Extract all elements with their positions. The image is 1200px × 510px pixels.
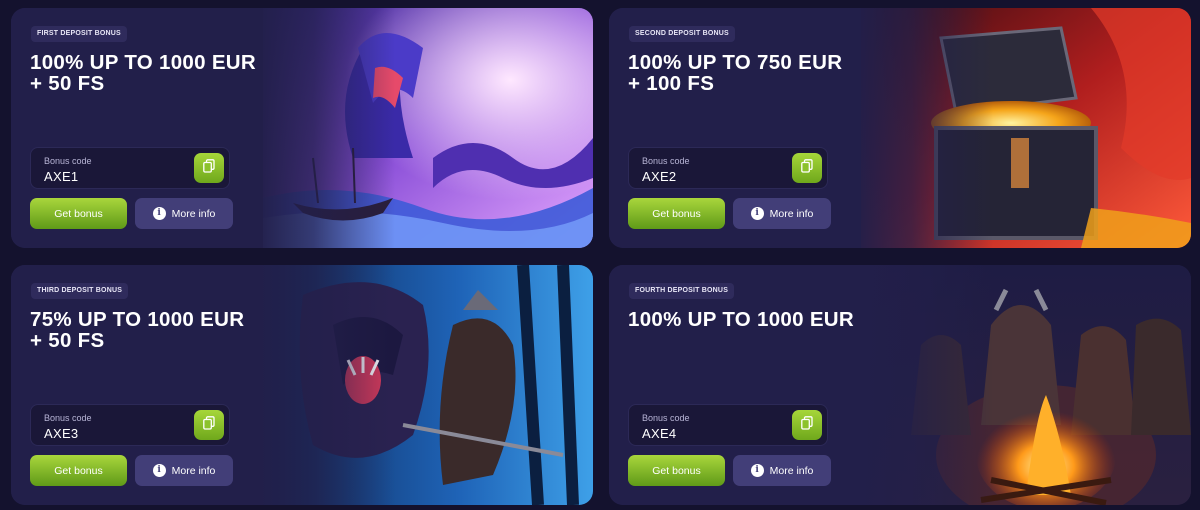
bonus-code-value: AXE4 bbox=[642, 426, 677, 441]
info-icon: i bbox=[750, 207, 764, 220]
bonus-badge: THIRD DEPOSIT BONUS bbox=[31, 283, 129, 299]
copy-code-button[interactable] bbox=[792, 153, 822, 183]
copy-code-button[interactable] bbox=[792, 410, 822, 440]
bonus-badge: FIRST DEPOSIT BONUS bbox=[31, 26, 127, 42]
bonus-title-line2: + 50 FS bbox=[30, 329, 105, 352]
bonus-card-first: FIRST DEPOSIT BONUS 100% UP TO 1000 EUR … bbox=[11, 8, 593, 248]
bonus-code-label: Bonus code bbox=[642, 156, 690, 166]
bonus-card-second: SECOND DEPOSIT BONUS 100% UP TO 750 EUR … bbox=[609, 8, 1191, 248]
bonus-code-label: Bonus code bbox=[44, 413, 92, 423]
bonus-title-line2: + 100 FS bbox=[628, 72, 715, 95]
get-bonus-button[interactable]: Get bonus bbox=[30, 198, 127, 229]
get-bonus-button[interactable]: Get bonus bbox=[30, 455, 127, 486]
copy-icon bbox=[801, 158, 813, 178]
bonus-title: 100% UP TO 1000 EUR bbox=[628, 309, 918, 330]
bonus-title: 100% UP TO 1000 EUR + 50 FS bbox=[30, 52, 320, 94]
more-info-button[interactable]: i More info bbox=[733, 455, 831, 486]
bonus-code-value: AXE1 bbox=[44, 169, 79, 184]
bonus-code-value: AXE2 bbox=[642, 169, 677, 184]
copy-icon bbox=[203, 415, 215, 435]
bonus-code-field: Bonus code AXE1 bbox=[30, 147, 230, 189]
more-info-button[interactable]: i More info bbox=[135, 198, 233, 229]
bonus-code-field: Bonus code AXE3 bbox=[30, 404, 230, 446]
copy-icon bbox=[801, 415, 813, 435]
get-bonus-button[interactable]: Get bonus bbox=[628, 198, 725, 229]
bonus-badge: FOURTH DEPOSIT BONUS bbox=[629, 283, 735, 299]
more-info-label: More info bbox=[171, 464, 216, 477]
more-info-label: More info bbox=[171, 207, 216, 220]
info-icon: i bbox=[750, 464, 764, 477]
bonus-code-field: Bonus code AXE4 bbox=[628, 404, 828, 446]
bonus-code-label: Bonus code bbox=[642, 413, 690, 423]
bonus-title-line2: + 50 FS bbox=[30, 72, 105, 95]
bonus-title: 75% UP TO 1000 EUR + 50 FS bbox=[30, 309, 320, 351]
bonus-title-line1: 100% UP TO 750 EUR bbox=[628, 51, 843, 74]
bonus-code-value: AXE3 bbox=[44, 426, 79, 441]
bonus-title-line1: 75% UP TO 1000 EUR bbox=[30, 308, 245, 331]
bonus-badge: SECOND DEPOSIT BONUS bbox=[629, 26, 735, 42]
bonus-card-fourth: FOURTH DEPOSIT BONUS 100% UP TO 1000 EUR… bbox=[609, 265, 1191, 505]
bonus-title-line1: 100% UP TO 1000 EUR bbox=[628, 308, 855, 331]
get-bonus-button[interactable]: Get bonus bbox=[628, 455, 725, 486]
info-icon: i bbox=[152, 464, 166, 477]
bonus-title: 100% UP TO 750 EUR + 100 FS bbox=[628, 52, 918, 94]
bonus-code-field: Bonus code AXE2 bbox=[628, 147, 828, 189]
bonus-code-label: Bonus code bbox=[44, 156, 92, 166]
copy-icon bbox=[203, 158, 215, 178]
more-info-label: More info bbox=[769, 464, 814, 477]
info-icon: i bbox=[152, 207, 166, 220]
copy-code-button[interactable] bbox=[194, 153, 224, 183]
bonus-card-third: THIRD DEPOSIT BONUS 75% UP TO 1000 EUR +… bbox=[11, 265, 593, 505]
more-info-button[interactable]: i More info bbox=[135, 455, 233, 486]
more-info-label: More info bbox=[769, 207, 814, 220]
bonus-title-line1: 100% UP TO 1000 EUR bbox=[30, 51, 257, 74]
more-info-button[interactable]: i More info bbox=[733, 198, 831, 229]
copy-code-button[interactable] bbox=[194, 410, 224, 440]
